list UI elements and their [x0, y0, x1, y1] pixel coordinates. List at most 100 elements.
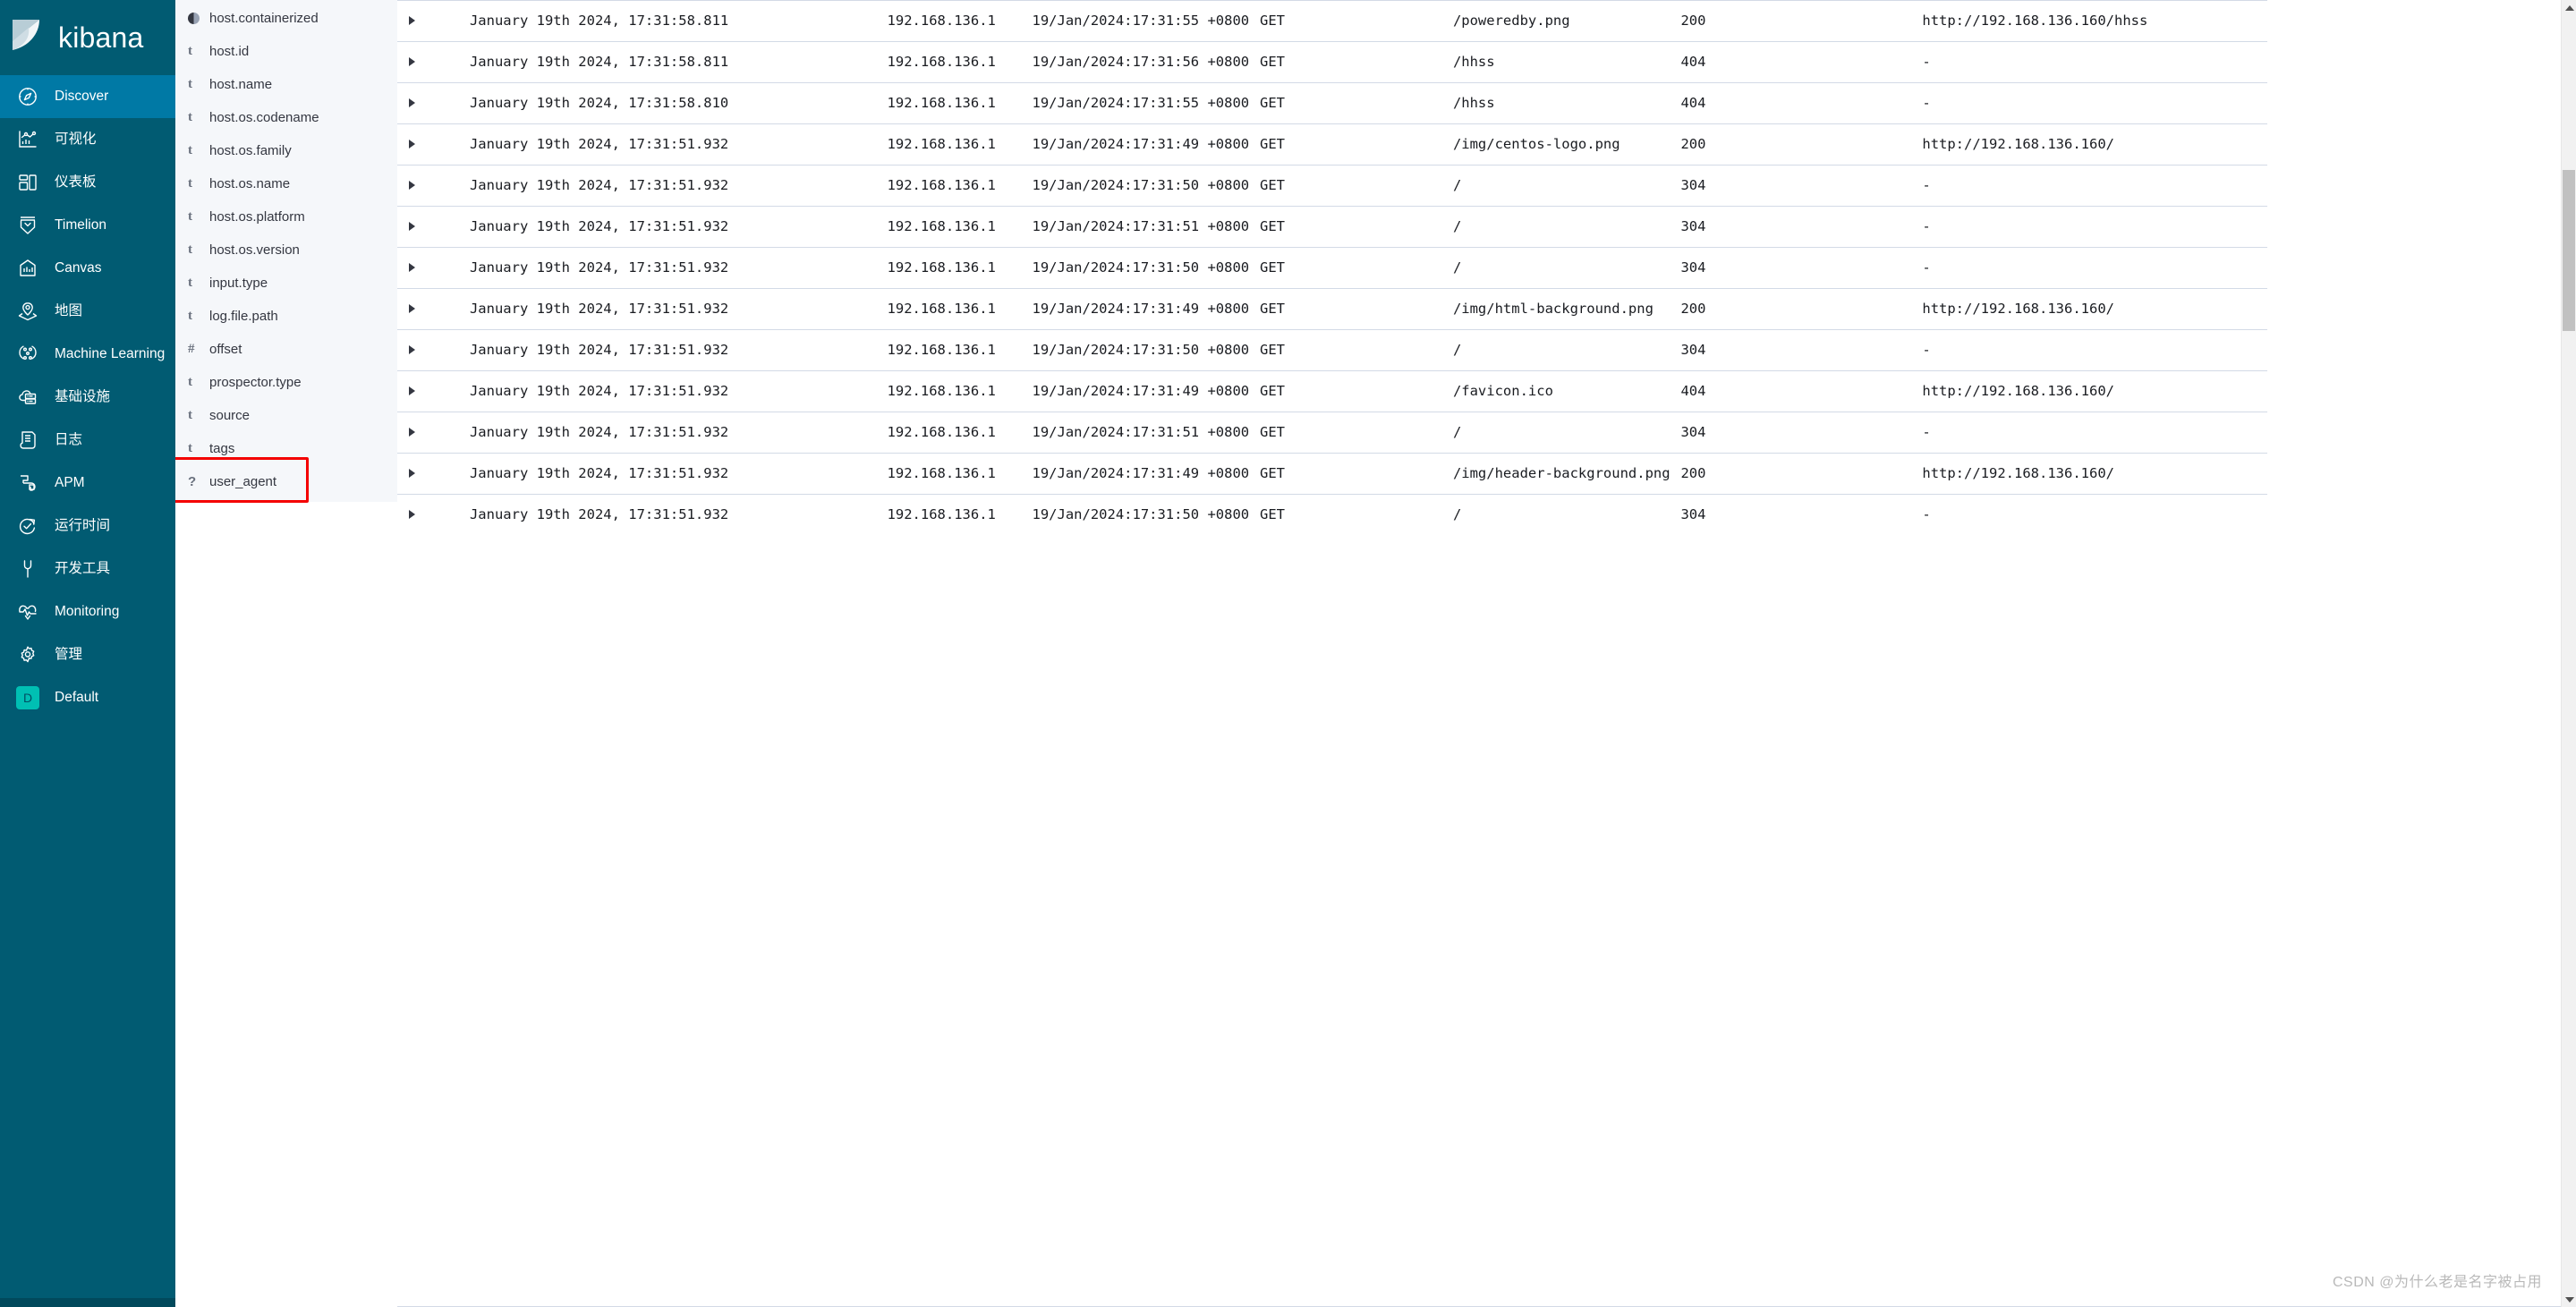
table-row[interactable]: January 19th 2024, 17:31:51.932 192.168.… [397, 123, 2267, 165]
cell-request: / [1452, 165, 1681, 207]
sidebar-item-infrastructure[interactable]: 基础设施 [0, 376, 175, 419]
field-item-host-id[interactable]: t host.id [175, 35, 397, 68]
vertical-scrollbar[interactable] [2561, 0, 2576, 1307]
table-row[interactable]: January 19th 2024, 17:31:51.932 192.168.… [397, 165, 2267, 207]
row-expand-cell[interactable] [397, 0, 470, 42]
table-row[interactable]: January 19th 2024, 17:31:58.811 192.168.… [397, 41, 2267, 83]
sidebar-item-canvas[interactable]: Canvas [0, 247, 175, 290]
cell-request: /hhss [1452, 82, 1681, 124]
cell-status: 304 [1680, 494, 1923, 535]
field-item-host-os-codename[interactable]: t host.os.codename [175, 101, 397, 134]
field-item-offset[interactable]: # offset [175, 333, 397, 366]
sidebar-item-visualize[interactable]: 可视化 [0, 118, 175, 161]
cell-referrer: http://192.168.136.160/ [1922, 288, 2267, 330]
row-expand-cell[interactable] [397, 41, 470, 83]
field-item-source[interactable]: t source [175, 399, 397, 432]
expand-caret-icon[interactable] [409, 222, 415, 231]
timelion-icon [16, 214, 39, 237]
table-row[interactable]: January 19th 2024, 17:31:51.932 192.168.… [397, 247, 2267, 289]
sidebar-item-label: Machine Learning [55, 346, 166, 362]
expand-caret-icon[interactable] [409, 304, 415, 313]
field-item-host-os-family[interactable]: t host.os.family [175, 134, 397, 167]
expand-caret-icon[interactable] [409, 16, 415, 25]
sidebar-item-label: 管理 [55, 647, 83, 663]
sidebar-item-dev-tools[interactable]: 开发工具 [0, 547, 175, 590]
field-type-string-icon: t [188, 110, 192, 124]
dev-tools-wrench-icon [16, 557, 39, 581]
cell-time: January 19th 2024, 17:31:51.932 [469, 247, 888, 289]
table-row[interactable]: January 19th 2024, 17:31:58.811 192.168.… [397, 0, 2267, 42]
sidebar-item-timelion[interactable]: Timelion [0, 204, 175, 247]
sidebar-item-dashboard[interactable]: 仪表板 [0, 161, 175, 204]
expand-caret-icon[interactable] [409, 428, 415, 437]
expand-caret-icon[interactable] [409, 98, 415, 107]
cell-verb: GET [1260, 206, 1453, 248]
sidebar-bottom-strip [0, 1298, 175, 1307]
documents-area: January 19th 2024, 17:31:58.811 192.168.… [397, 0, 2576, 1307]
kibana-brand[interactable]: kibana [0, 0, 175, 75]
expand-caret-icon[interactable] [409, 345, 415, 354]
row-expand-cell[interactable] [397, 247, 470, 289]
expand-caret-icon[interactable] [409, 57, 415, 66]
monitoring-heartbeat-icon [16, 600, 39, 624]
row-expand-cell[interactable] [397, 370, 470, 412]
cell-request: /img/html-background.png [1452, 288, 1681, 330]
expand-caret-icon[interactable] [409, 140, 415, 149]
sidebar-item-management[interactable]: 管理 [0, 633, 175, 676]
field-item-input-type[interactable]: t input.type [175, 267, 397, 300]
row-expand-cell[interactable] [397, 329, 470, 371]
scroll-down-arrow-icon[interactable] [2562, 1292, 2576, 1307]
expand-caret-icon[interactable] [409, 263, 415, 272]
row-expand-cell[interactable] [397, 453, 470, 495]
sidebar-item-label: 仪表板 [55, 174, 97, 191]
cell-request: /img/centos-logo.png [1452, 123, 1681, 165]
row-expand-cell[interactable] [397, 412, 470, 454]
field-item-host-os-platform[interactable]: t host.os.platform [175, 200, 397, 233]
sidebar-item-apm[interactable]: APM [0, 462, 175, 505]
table-row[interactable]: January 19th 2024, 17:31:51.932 192.168.… [397, 206, 2267, 248]
logs-scroll-icon [16, 429, 39, 452]
field-item-tags[interactable]: t tags [175, 432, 397, 465]
expand-caret-icon[interactable] [409, 386, 415, 395]
field-name: user_agent [209, 474, 277, 489]
scroll-up-arrow-icon[interactable] [2562, 0, 2576, 15]
table-row[interactable]: January 19th 2024, 17:31:51.932 192.168.… [397, 329, 2267, 371]
field-item-host-containerized[interactable]: host.containerized [175, 2, 397, 35]
sidebar-item-maps[interactable]: 地图 [0, 290, 175, 333]
field-item-host-os-version[interactable]: t host.os.version [175, 233, 397, 267]
table-row[interactable]: January 19th 2024, 17:31:51.932 192.168.… [397, 494, 2267, 535]
field-name: host.os.codename [209, 110, 319, 125]
field-item-log-file-path[interactable]: t log.file.path [175, 300, 397, 333]
expand-caret-icon[interactable] [409, 469, 415, 478]
expand-caret-icon[interactable] [409, 510, 415, 519]
row-expand-cell[interactable] [397, 494, 470, 535]
row-expand-cell[interactable] [397, 82, 470, 124]
row-expand-cell[interactable] [397, 206, 470, 248]
expand-caret-icon[interactable] [409, 181, 415, 190]
field-item-user-agent[interactable]: ? user_agent [175, 457, 397, 503]
table-row[interactable]: January 19th 2024, 17:31:51.932 192.168.… [397, 288, 2267, 330]
row-expand-cell[interactable] [397, 123, 470, 165]
sidebar-item-machine-learning[interactable]: Machine Learning [0, 333, 175, 376]
sidebar-item-logs[interactable]: 日志 [0, 419, 175, 462]
cell-request: /hhss [1452, 41, 1681, 83]
table-row[interactable]: January 19th 2024, 17:31:51.932 192.168.… [397, 453, 2267, 495]
field-name: host.os.family [209, 143, 292, 158]
scrollbar-thumb[interactable] [2563, 170, 2575, 331]
sidebar-item-label: 日志 [55, 432, 83, 448]
field-item-host-os-name[interactable]: t host.os.name [175, 167, 397, 200]
field-item-prospector-type[interactable]: t prospector.type [175, 366, 397, 399]
row-expand-cell[interactable] [397, 165, 470, 207]
field-item-host-name[interactable]: t host.name [175, 68, 397, 101]
sidebar-item-uptime[interactable]: 运行时间 [0, 505, 175, 547]
sidebar-item-discover[interactable]: Discover [0, 75, 175, 118]
sidebar-item-label: 运行时间 [55, 518, 111, 534]
sidebar-item-space-default[interactable]: D Default [0, 676, 175, 719]
table-row[interactable]: January 19th 2024, 17:31:58.810 192.168.… [397, 82, 2267, 124]
cell-clientip: 192.168.136.1 [887, 206, 1033, 248]
table-row[interactable]: January 19th 2024, 17:31:51.932 192.168.… [397, 370, 2267, 412]
row-expand-cell[interactable] [397, 288, 470, 330]
sidebar-item-label: APM [55, 475, 85, 491]
sidebar-item-monitoring[interactable]: Monitoring [0, 590, 175, 633]
table-row[interactable]: January 19th 2024, 17:31:51.932 192.168.… [397, 412, 2267, 454]
